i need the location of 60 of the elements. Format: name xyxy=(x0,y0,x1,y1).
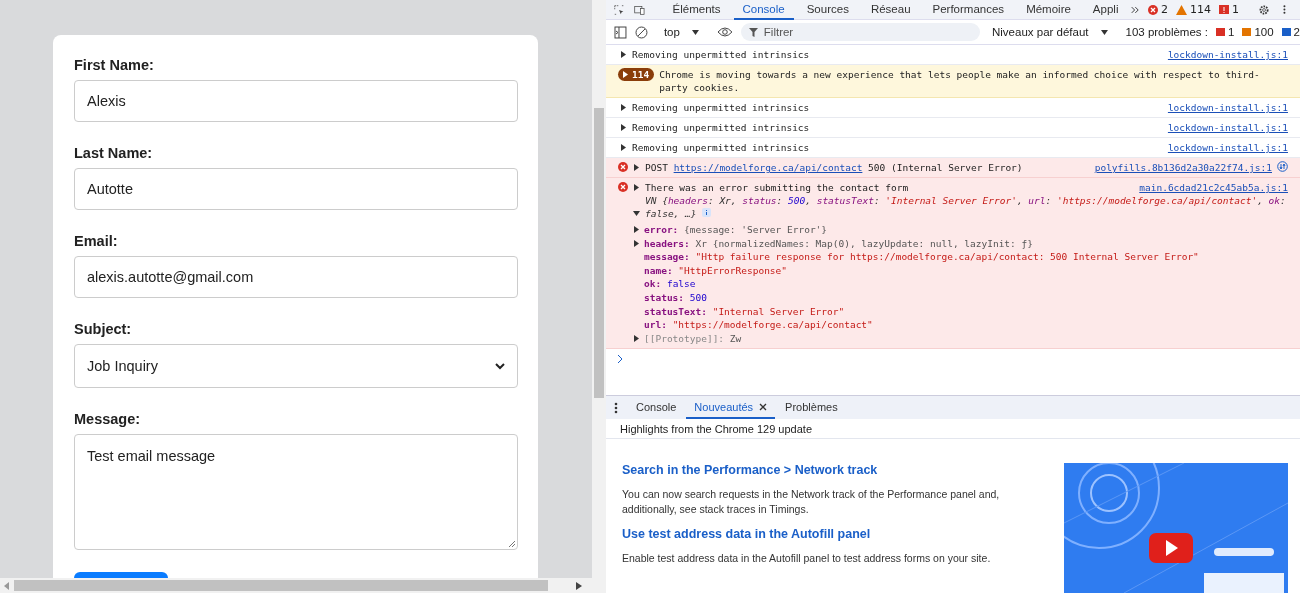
field-label: Subject: xyxy=(74,321,133,337)
error-message: POST https://modelforge.ca/api/contact 500 (Internal Server Error) xyxy=(645,161,1024,174)
warning-message: Chrome is moving towards a new experience that lets people make an informed choice with respect to third-party cookies. xyxy=(659,68,1261,94)
article-title[interactable]: Search in the Performance > Network track xyxy=(622,463,1022,477)
panel-tab[interactable]: Réseau xyxy=(861,0,920,20)
panel-tab[interactable]: Appli xyxy=(1083,0,1128,20)
context-select[interactable]: top xyxy=(663,26,680,38)
field-label: Last Name: xyxy=(74,145,154,161)
panel-tab[interactable]: Sources xyxy=(797,0,858,20)
source-link[interactable]: lockdown-install.js:1 xyxy=(1167,121,1288,134)
property-line: name: "HttpErrorResponse" xyxy=(644,263,787,278)
article-text: Enable test address data in the Autofill panel to test address forms on your site. xyxy=(622,551,992,566)
drawer-tab[interactable]: Nouveautés xyxy=(686,396,776,419)
property-line: error: {message: 'Server Error'} xyxy=(644,223,828,237)
object-preview[interactable]: VN {headers: Xr, status: 500, statusText: 'Internal Server Error', url: 'https://modelforge.ca/api/contact', ok: false, …} xyxy=(645,194,1288,223)
error-message: There was an error submitting the contact form xyxy=(645,181,910,194)
filter-field[interactable]: Filtrer xyxy=(740,23,980,41)
drawer-tab[interactable]: Console xyxy=(628,396,685,419)
field-label: Message: xyxy=(74,411,142,427)
log-message: Removing unpermitted intrinsics xyxy=(632,48,811,61)
property-line: status: 500 xyxy=(644,290,707,305)
subject-select[interactable]: Job Inquiry xyxy=(74,344,518,388)
levels-select[interactable]: Niveaux par défaut xyxy=(992,26,1089,38)
drawer-subtitle: Highlights from the Chrome 129 update xyxy=(606,419,1300,439)
problem-count[interactable]: 1 xyxy=(1228,26,1235,38)
repeat-count-badge[interactable]: 114 xyxy=(618,68,655,81)
property-line: message: "Http failure response for https://modelforge.ca/api/contact: 500 Internal Server Error" xyxy=(644,250,1199,264)
log-message: Removing unpermitted intrinsics xyxy=(632,121,811,134)
panel-tab[interactable]: Mémoire xyxy=(1017,0,1080,20)
article-title[interactable]: Use test address data in the Autofill panel xyxy=(622,527,1022,541)
log-message: Removing unpermitted intrinsics xyxy=(632,141,811,154)
problems-label[interactable]: 103 problèmes : xyxy=(1125,26,1208,38)
input-field[interactable]: Alexis xyxy=(74,80,518,122)
issue-count[interactable]: 1 xyxy=(1232,3,1240,16)
panel-tab[interactable]: Performances xyxy=(923,0,1014,20)
input-field[interactable]: Autotte xyxy=(74,168,518,210)
input-field[interactable]: alexis.autotte@gmail.com xyxy=(74,256,518,298)
drawer-tab[interactable]: Problèmes xyxy=(777,396,846,419)
property-line: [[Prototype]]: Zw xyxy=(644,331,742,346)
source-link[interactable]: main.6cdad21c2c45ab5a.js:1 xyxy=(1139,181,1288,194)
property-line: statusText: "Internal Server Error" xyxy=(644,304,845,319)
property-line: ok: false xyxy=(644,277,696,291)
article-text: You can now search requests in the Network track of the Performance panel and, additionally, see stack traces in Timings. xyxy=(622,487,1001,517)
error-count[interactable]: 2 xyxy=(1161,3,1169,16)
log-message: Removing unpermitted intrinsics xyxy=(632,101,811,114)
panel-tab[interactable]: Console xyxy=(733,0,794,20)
field-label: First Name: xyxy=(74,57,155,73)
property-line: url: "https://modelforge.ca/api/contact" xyxy=(644,318,873,332)
property-line: headers: Xr {normalizedNames: Map(0), lazyUpdate: null, lazyInit: ƒ} xyxy=(644,236,1033,251)
problem-count[interactable]: 100 xyxy=(1254,26,1274,38)
warning-count[interactable]: 114 xyxy=(1190,3,1212,16)
field-label: Email: xyxy=(74,233,119,249)
source-link[interactable]: polyfills.8b136d2a30a22f74.js:1 xyxy=(1094,161,1272,174)
problem-count[interactable]: 2 xyxy=(1293,26,1300,38)
source-link[interactable]: lockdown-install.js:1 xyxy=(1167,101,1288,114)
source-link[interactable]: lockdown-install.js:1 xyxy=(1167,141,1288,154)
panel-tab[interactable]: Éléments xyxy=(663,0,730,20)
source-link[interactable]: lockdown-install.js:1 xyxy=(1167,48,1288,61)
message-textarea[interactable]: Test email message xyxy=(74,434,518,550)
request-link[interactable]: https://modelforge.ca/api/contact xyxy=(673,162,863,173)
